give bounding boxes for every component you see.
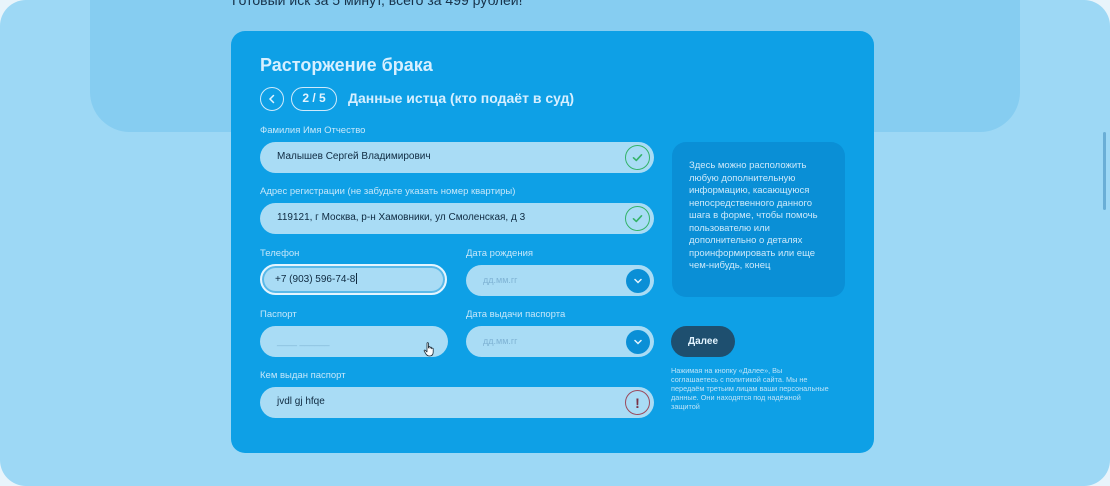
- phone-label: Телефон: [260, 248, 300, 259]
- address-label: Адрес регистрации (не забудьте указать н…: [260, 186, 516, 197]
- issued-by-value: jvdl gj hfqe: [277, 396, 325, 407]
- hero-text: Готовый иск за 5 минут, всего за 499 руб…: [232, 0, 523, 8]
- chevron-left-icon: [268, 94, 275, 104]
- text-caret: [356, 273, 358, 284]
- scrollbar[interactable]: [1103, 132, 1106, 210]
- check-circle-icon: [625, 206, 650, 231]
- step-indicator: 2 / 5: [291, 87, 337, 111]
- phone-value: +7 (903) 596-74-8: [275, 273, 358, 285]
- page-background: Готовый иск за 5 минут, всего за 499 руб…: [0, 0, 1110, 486]
- birth-date-field[interactable]: дд.мм.гг: [466, 265, 654, 296]
- full-name-field[interactable]: Малышев Сергей Владимирович: [260, 142, 654, 173]
- step-title: Данные истца (кто подаёт в суд): [348, 90, 575, 106]
- passport-field[interactable]: ____ ______: [260, 326, 448, 357]
- back-button[interactable]: [260, 87, 284, 111]
- form-card: Расторжение брака 2 / 5 Данные истца (кт…: [231, 31, 874, 453]
- issued-by-field[interactable]: jvdl gj hfqe !: [260, 387, 654, 418]
- passport-date-label: Дата выдачи паспорта: [466, 309, 566, 320]
- passport-label: Паспорт: [260, 309, 297, 320]
- passport-date-placeholder: дд.мм.гг: [483, 336, 518, 346]
- passport-date-field[interactable]: дд.мм.гг: [466, 326, 654, 357]
- issued-by-label: Кем выдан паспорт: [260, 370, 346, 381]
- exclamation-circle-icon: !: [625, 390, 650, 415]
- info-box: Здесь можно расположить любую дополнител…: [672, 142, 845, 297]
- full-name-label: Фамилия Имя Отчество: [260, 125, 366, 136]
- phone-field[interactable]: +7 (903) 596-74-8: [260, 264, 447, 295]
- full-name-value: Малышев Сергей Владимирович: [277, 151, 431, 162]
- chevron-down-icon[interactable]: [626, 330, 650, 354]
- form-title: Расторжение брака: [260, 55, 433, 75]
- hand-pointer-icon: [423, 342, 434, 357]
- birth-date-placeholder: дд.мм.гг: [483, 275, 518, 285]
- info-text: Здесь можно расположить любую дополнител…: [689, 160, 818, 271]
- address-value: 119121, г Москва, р-н Хамовники, ул Смол…: [277, 212, 526, 223]
- check-circle-icon: [625, 145, 650, 170]
- consent-text: Нажимая на кнопку «Далее», Вы соглашаете…: [671, 366, 829, 411]
- address-field[interactable]: 119121, г Москва, р-н Хамовники, ул Смол…: [260, 203, 654, 234]
- passport-placeholder: ____ ______: [277, 336, 330, 346]
- next-button[interactable]: Далее: [671, 326, 735, 357]
- chevron-down-icon[interactable]: [626, 269, 650, 293]
- birth-date-label: Дата рождения: [466, 248, 534, 259]
